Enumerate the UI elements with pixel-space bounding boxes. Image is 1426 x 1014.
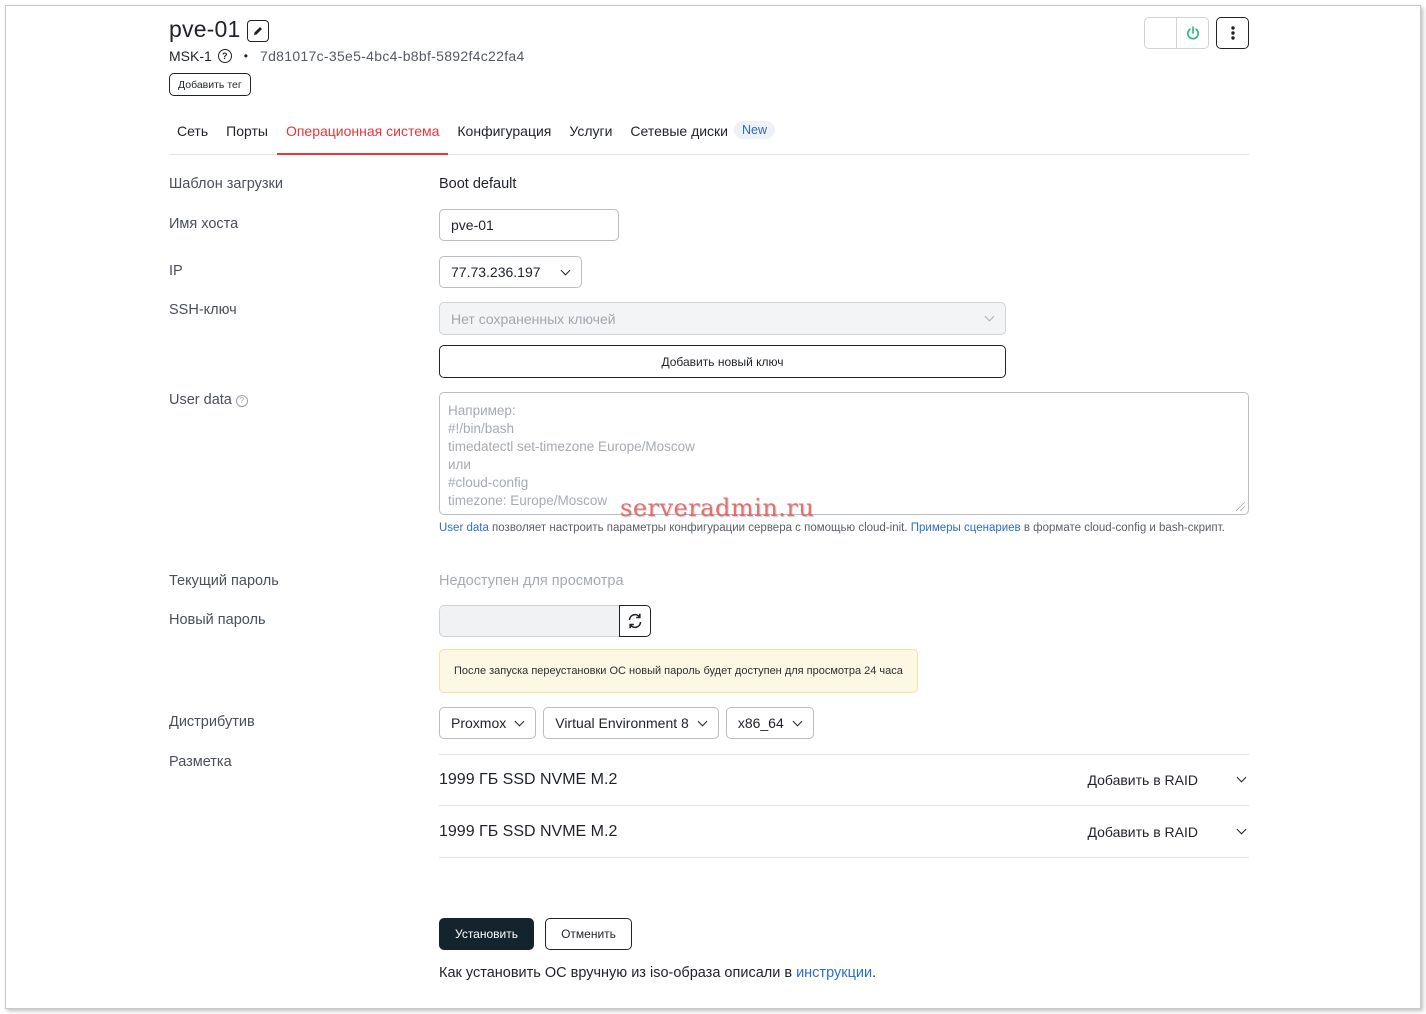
password-notice: После запуска переустановки ОС новый пар… xyxy=(439,649,918,693)
disk-name: 1999 ГБ SSD NVME M.2 xyxy=(439,770,618,788)
chevron-down-icon[interactable] xyxy=(1236,772,1247,783)
new-password-group xyxy=(439,605,651,637)
tab-network[interactable]: Сеть xyxy=(169,118,217,155)
hint-text: позволяет настроить параметры конфигурац… xyxy=(488,522,911,534)
chevron-down-icon xyxy=(792,716,803,726)
power-icon xyxy=(1186,26,1199,40)
placeholder-line: Например: xyxy=(448,403,516,418)
user-data-label-text: User data xyxy=(169,392,232,408)
ip-label: IP xyxy=(169,263,183,279)
version-select-value: Virtual Environment 8 xyxy=(555,715,689,731)
ssh-key-select[interactable]: Нет сохраненных ключей xyxy=(439,302,1006,335)
layout-label: Разметка xyxy=(169,754,232,770)
new-badge: New xyxy=(734,121,776,139)
os-select[interactable]: Proxmox xyxy=(439,707,537,739)
add-to-raid-link[interactable]: Добавить в RAID xyxy=(1087,772,1198,788)
chevron-down-icon xyxy=(514,716,525,726)
disk-actions: Добавить в RAID xyxy=(1087,772,1249,788)
tab-configuration[interactable]: Конфигурация xyxy=(448,118,560,155)
tab-ports[interactable]: Порты xyxy=(217,118,277,155)
help-icon[interactable]: ? xyxy=(217,49,232,63)
server-meta: MSK-1 ? • 7d81017c-35e5-4bc4-b8bf-5892f4… xyxy=(169,48,525,64)
examples-link[interactable]: Примеры сценариев xyxy=(911,522,1021,534)
add-ssh-key-button[interactable]: Добавить новый ключ xyxy=(439,345,1006,378)
generate-password-button[interactable] xyxy=(619,605,651,637)
hint-text: в формате cloud-config и bash-скрипт. xyxy=(1020,522,1225,534)
os-select-value: Proxmox xyxy=(451,715,507,731)
tab-os[interactable]: Операционная система xyxy=(276,118,449,155)
boot-template-label: Шаблон загрузки xyxy=(169,176,283,192)
disk-actions: Добавить в RAID xyxy=(1087,824,1249,840)
footer-note: Как установить ОС вручную из iso-образа … xyxy=(439,965,876,981)
chevron-down-icon xyxy=(697,716,708,726)
version-select[interactable]: Virtual Environment 8 xyxy=(543,707,719,739)
add-tag-button[interactable]: Добавить тег xyxy=(169,73,251,96)
chevron-down-icon xyxy=(984,311,995,322)
new-password-input[interactable] xyxy=(439,605,619,637)
power-control xyxy=(1144,17,1209,49)
user-data-link[interactable]: User data xyxy=(439,522,489,534)
pencil-icon xyxy=(254,27,262,35)
location-label: MSK-1 xyxy=(169,48,212,64)
disk-row[interactable]: 1999 ГБ SSD NVME M.2 Добавить в RAID xyxy=(439,806,1249,858)
watermark: serveradmin.ru xyxy=(620,494,815,522)
user-data-label: User data? xyxy=(169,392,248,408)
placeholder-line: timedatectl set-timezone Europe/Moscow xyxy=(448,439,695,454)
tab-network-disks-label: Сетевые диски xyxy=(630,123,729,139)
hostname-input[interactable]: pve-01 xyxy=(439,209,619,241)
more-menu-button[interactable] xyxy=(1216,17,1249,49)
hostname-label: Имя хоста xyxy=(169,216,239,232)
placeholder-line: #cloud-config xyxy=(448,475,529,490)
power-toggle-left[interactable] xyxy=(1145,18,1177,48)
arch-select-value: x86_64 xyxy=(737,715,784,731)
current-password-value: Недоступен для просмотра xyxy=(439,573,624,589)
power-button[interactable] xyxy=(1177,18,1208,48)
chevron-down-icon xyxy=(560,265,571,275)
tab-services[interactable]: Услуги xyxy=(560,118,621,155)
server-title: pve-01 xyxy=(169,16,241,42)
install-button[interactable]: Установить xyxy=(439,918,534,950)
cancel-button[interactable]: Отменить xyxy=(545,918,632,950)
placeholder-line: или xyxy=(448,457,471,472)
footer-text: Как установить ОС вручную из iso-образа … xyxy=(439,965,797,981)
user-data-textarea[interactable]: Например: #!/bin/bash timedatectl set-ti… xyxy=(439,392,1249,515)
server-uuid: 7d81017c-35e5-4bc4-b8bf-5892f4c22fa4 xyxy=(260,48,525,64)
distro-label: Дистрибутив xyxy=(169,714,255,730)
help-icon[interactable]: ? xyxy=(235,394,248,407)
resize-grip-icon[interactable] xyxy=(1236,502,1245,511)
arch-select[interactable]: x86_64 xyxy=(725,707,814,739)
edit-name-button[interactable] xyxy=(247,20,269,42)
ssh-key-placeholder: Нет сохраненных ключей xyxy=(451,310,616,327)
more-vertical-icon xyxy=(1230,26,1235,40)
ip-select-value: 77.73.236.197 xyxy=(451,264,541,280)
current-password-label: Текущий пароль xyxy=(169,573,279,589)
footer-suffix: . xyxy=(872,965,877,981)
user-data-hint: User data позволяет настроить параметры … xyxy=(439,521,1239,536)
tab-bar: Сеть Порты Операционная система Конфигур… xyxy=(169,118,1249,155)
distro-selects: Proxmox Virtual Environment 8 x86_64 xyxy=(439,707,814,739)
placeholder-line: timezone: Europe/Moscow xyxy=(448,493,608,508)
tab-network-disks[interactable]: Сетевые диски New xyxy=(621,118,784,155)
ssh-key-label: SSH-ключ xyxy=(169,302,237,318)
add-to-raid-link[interactable]: Добавить в RAID xyxy=(1087,824,1198,840)
boot-template-value: Boot default xyxy=(439,176,517,192)
disk-name: 1999 ГБ SSD NVME M.2 xyxy=(439,822,618,840)
disk-row[interactable]: 1999 ГБ SSD NVME M.2 Добавить в RAID xyxy=(439,754,1249,806)
ip-select[interactable]: 77.73.236.197 xyxy=(439,256,582,288)
instructions-link[interactable]: инструкции xyxy=(796,965,872,981)
chevron-down-icon[interactable] xyxy=(1236,824,1247,835)
refresh-icon xyxy=(628,613,642,629)
placeholder-line: #!/bin/bash xyxy=(448,421,515,436)
separator-dot: • xyxy=(243,49,248,63)
new-password-label: Новый пароль xyxy=(169,612,266,628)
